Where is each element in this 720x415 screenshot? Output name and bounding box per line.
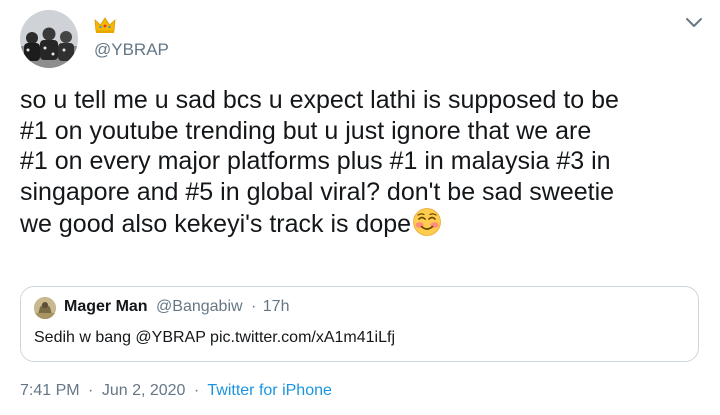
author-avatar[interactable] <box>20 10 78 68</box>
smiling-face-with-smiling-eyes-icon <box>412 207 442 237</box>
tweet-line-last: we good also kekeyi's track is dope <box>20 207 700 240</box>
chevron-down-icon[interactable] <box>682 14 706 32</box>
quoted-age[interactable]: 17h <box>263 298 290 315</box>
quoted-author-name[interactable]: Mager Man <box>64 298 148 315</box>
tweet-line: #1 on every major platforms plus #1 in m… <box>20 147 611 175</box>
tweet-footer: 7:41 PM · Jun 2, 2020 · Twitter for iPho… <box>20 382 332 400</box>
tweet-text: so u tell me u sad bcs u expect lathi is… <box>20 85 700 240</box>
tweet-source-link[interactable]: Twitter for iPhone <box>207 382 332 399</box>
tweet-line: #1 on youtube trending but u just ignore… <box>20 116 592 145</box>
tweet-time[interactable]: 7:41 PM <box>20 382 80 399</box>
tweet-line: we good also kekeyi's track is dope <box>20 210 412 238</box>
meta-separator: · <box>251 298 257 315</box>
tweet-card: @YBRAP so u tell me u sad bcs u expect l… <box>0 0 720 415</box>
quoted-tweet[interactable]: Mager Man @Bangabiw · 17h Sedih w bang @… <box>20 286 699 362</box>
tweet-line: so u tell me u sad bcs u expect lathi is… <box>20 86 619 114</box>
meta-separator: · <box>193 382 200 399</box>
tweet-date[interactable]: Jun 2, 2020 <box>102 382 186 399</box>
author-handle[interactable]: @YBRAP <box>94 40 169 60</box>
tweet-line: singapore and #5 in global viral? don't … <box>20 177 615 206</box>
quoted-author-handle[interactable]: @Bangabiw <box>156 298 243 315</box>
crown-icon <box>94 16 116 34</box>
meta-separator: · <box>88 382 94 399</box>
quoted-author-avatar[interactable] <box>34 297 56 319</box>
quoted-header: Mager Man @Bangabiw · 17h <box>64 298 289 316</box>
quoted-text: Sedih w bang @YBRAP pic.twitter.com/xA1m… <box>34 329 395 346</box>
